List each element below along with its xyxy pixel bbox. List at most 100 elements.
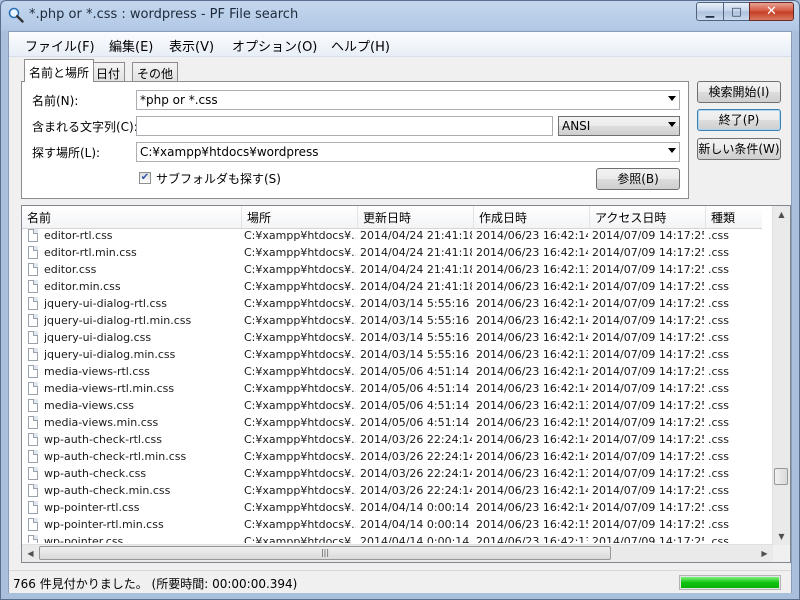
table-row[interactable]: wp-auth-check-rtl.min.css C:¥xampp¥htdocs… (22, 449, 762, 466)
column-header-created[interactable]: 作成日時 (474, 206, 590, 228)
tab-other[interactable]: その他 (132, 62, 179, 81)
row-cell: wp-pointer-rtl.css (44, 501, 140, 514)
file-icon (28, 280, 38, 293)
row-cell: C:¥xampp¥htdocs¥... (244, 297, 356, 310)
new-criteria-button[interactable]: 新しい条件(W) (697, 138, 781, 160)
table-row[interactable]: media-views-rtl.min.css C:¥xampp¥htdocs¥.… (22, 381, 762, 398)
row-cell: 2014/06/23 16:42:14 (476, 297, 588, 310)
row-cell: 2014/06/23 16:42:13 (476, 399, 588, 412)
row-cell: 2014/03/14 5:55:16 (360, 348, 470, 361)
row-cell: 2014/07/09 14:17:25 (592, 263, 704, 276)
name-combo[interactable]: *php or *.css (136, 90, 680, 110)
contains-label: 含まれる文字列(C): (32, 120, 138, 134)
row-cell: jquery-ui-dialog.css (44, 331, 152, 344)
browse-button[interactable]: 参照(B) (596, 168, 680, 190)
row-cell: .css (708, 365, 730, 378)
stop-button[interactable]: 終了(P) (697, 109, 781, 131)
row-cell: 2014/06/23 16:42:14 (476, 246, 588, 259)
file-icon (28, 229, 38, 242)
minimize-button[interactable]: ▁ (696, 2, 723, 21)
menu-options[interactable]: オプション(O) (232, 36, 317, 55)
table-row[interactable]: wp-pointer-rtl.min.css C:¥xampp¥htdocs¥..… (22, 517, 762, 534)
row-cell: C:¥xampp¥htdocs¥... (244, 518, 356, 531)
column-header-name[interactable]: 名前 (22, 206, 242, 228)
menu-help[interactable]: ヘルプ(H) (331, 36, 390, 55)
row-cell: 2014/07/09 14:17:25 (592, 399, 704, 412)
table-row[interactable]: media-views.css C:¥xampp¥htdocs¥... 2014/0… (22, 398, 762, 415)
table-row[interactable]: editor.min.css C:¥xampp¥htdocs¥... 2014/04… (22, 279, 762, 296)
row-cell: C:¥xampp¥htdocs¥... (244, 365, 356, 378)
row-cell: 2014/07/09 14:17:25 (592, 484, 704, 497)
chevron-down-icon (668, 148, 676, 153)
maximize-button[interactable]: □ (723, 2, 749, 21)
row-cell: C:¥xampp¥htdocs¥... (244, 229, 356, 242)
horizontal-scroll-thumb[interactable]: ||| (39, 546, 611, 560)
chevron-down-icon (668, 96, 676, 101)
menu-view[interactable]: 表示(V) (169, 36, 214, 55)
vertical-scroll-thumb[interactable] (774, 468, 788, 485)
table-row[interactable]: editor-rtl.css C:¥xampp¥htdocs¥... 2014/04… (22, 228, 762, 245)
table-row[interactable]: editor.css C:¥xampp¥htdocs¥... 2014/04/24 … (22, 262, 762, 279)
close-button[interactable]: ✕ (749, 2, 794, 21)
file-icon (28, 348, 38, 361)
table-row[interactable]: jquery-ui-dialog.min.css C:¥xampp¥htdocs¥… (22, 347, 762, 364)
row-cell: 2014/06/23 16:42:14 (476, 382, 588, 395)
table-row[interactable]: wp-auth-check.css C:¥xampp¥htdocs¥... 2014… (22, 466, 762, 483)
subfolder-label[interactable]: サブフォルダも探す(S) (156, 170, 281, 187)
column-header-accessed[interactable]: アクセス日時 (590, 206, 706, 228)
row-cell: .css (708, 382, 730, 395)
column-header-type[interactable]: 種類 (706, 206, 762, 228)
results-rows: editor-rtl.css C:¥xampp¥htdocs¥... 2014/04… (22, 228, 762, 543)
scroll-down-icon[interactable]: ▼ (773, 528, 790, 545)
file-icon (28, 314, 38, 327)
file-icon (28, 297, 38, 310)
row-cell: jquery-ui-dialog-rtl.css (44, 297, 167, 310)
menu-file[interactable]: ファイル(F) (25, 36, 95, 55)
table-row[interactable]: wp-auth-check.min.css C:¥xampp¥htdocs¥...… (22, 483, 762, 500)
table-row[interactable]: jquery-ui-dialog.css C:¥xampp¥htdocs¥... 2… (22, 330, 762, 347)
table-row[interactable]: jquery-ui-dialog-rtl.min.css C:¥xampp¥htd… (22, 313, 762, 330)
row-cell: C:¥xampp¥htdocs¥... (244, 263, 356, 276)
row-cell: 2014/07/09 14:17:25 (592, 229, 704, 242)
horizontal-scrollbar[interactable]: ◀ ||| ▶ (22, 544, 773, 562)
table-row[interactable]: jquery-ui-dialog-rtl.css C:¥xampp¥htdocs¥… (22, 296, 762, 313)
row-cell: .css (708, 518, 730, 531)
scroll-right-icon[interactable]: ▶ (756, 545, 773, 562)
window-title: *.php or *.css : wordpress - PF File sea… (29, 7, 299, 22)
location-combo[interactable]: C:¥xampp¥htdocs¥wordpress (136, 142, 680, 162)
row-cell: 2014/03/26 22:24:14 (360, 467, 472, 480)
client-area: ファイル(F) 編集(E) 表示(V) オプション(O) ヘルプ(H) 名前と場… (8, 31, 792, 593)
contains-input[interactable] (136, 116, 553, 136)
file-icon (28, 518, 38, 531)
subfolder-checkbox[interactable]: ✔ (139, 172, 151, 184)
row-cell: .css (708, 467, 730, 480)
table-row[interactable]: media-views.min.css C:¥xampp¥htdocs¥... 20… (22, 415, 762, 432)
table-row[interactable]: wp-pointer.css C:¥xampp¥htdocs¥... 2014/04… (22, 534, 762, 543)
table-row[interactable]: editor-rtl.min.css C:¥xampp¥htdocs¥... 201… (22, 245, 762, 262)
results-list[interactable]: 名前 場所 更新日時 作成日時 アクセス日時 種類 editor-rtl.css… (21, 205, 791, 563)
vertical-scrollbar[interactable]: ▲ ▼ (772, 206, 790, 545)
column-header-location[interactable]: 場所 (242, 206, 358, 228)
row-cell: media-views.css (44, 399, 135, 412)
tab-date[interactable]: 日付 (91, 62, 126, 81)
title-bar[interactable]: *.php or *.css : wordpress - PF File sea… (1, 1, 799, 31)
menu-edit[interactable]: 編集(E) (109, 36, 153, 55)
row-cell: .css (708, 433, 730, 446)
row-cell: wp-pointer.css (44, 535, 124, 543)
encoding-select[interactable]: ANSI (558, 116, 680, 136)
name-value: *php or *.css (140, 93, 218, 107)
file-icon (28, 501, 38, 514)
row-cell: editor.css (44, 263, 97, 276)
column-header-modified[interactable]: 更新日時 (358, 206, 474, 228)
tab-name-location[interactable]: 名前と場所 (24, 59, 95, 82)
row-cell: jquery-ui-dialog.min.css (44, 348, 176, 361)
table-row[interactable]: wp-pointer-rtl.css C:¥xampp¥htdocs¥... 201… (22, 500, 762, 517)
table-row[interactable]: wp-auth-check-rtl.css C:¥xampp¥htdocs¥...… (22, 432, 762, 449)
table-row[interactable]: media-views-rtl.css C:¥xampp¥htdocs¥... 20… (22, 364, 762, 381)
row-cell: 2014/05/06 4:51:14 (360, 416, 470, 429)
start-search-button[interactable]: 検索開始(I) (697, 81, 781, 103)
scroll-up-icon[interactable]: ▲ (773, 206, 790, 223)
row-cell: 2014/06/23 16:42:14 (476, 331, 588, 344)
scroll-left-icon[interactable]: ◀ (22, 545, 39, 562)
row-cell: media-views-rtl.min.css (44, 382, 175, 395)
